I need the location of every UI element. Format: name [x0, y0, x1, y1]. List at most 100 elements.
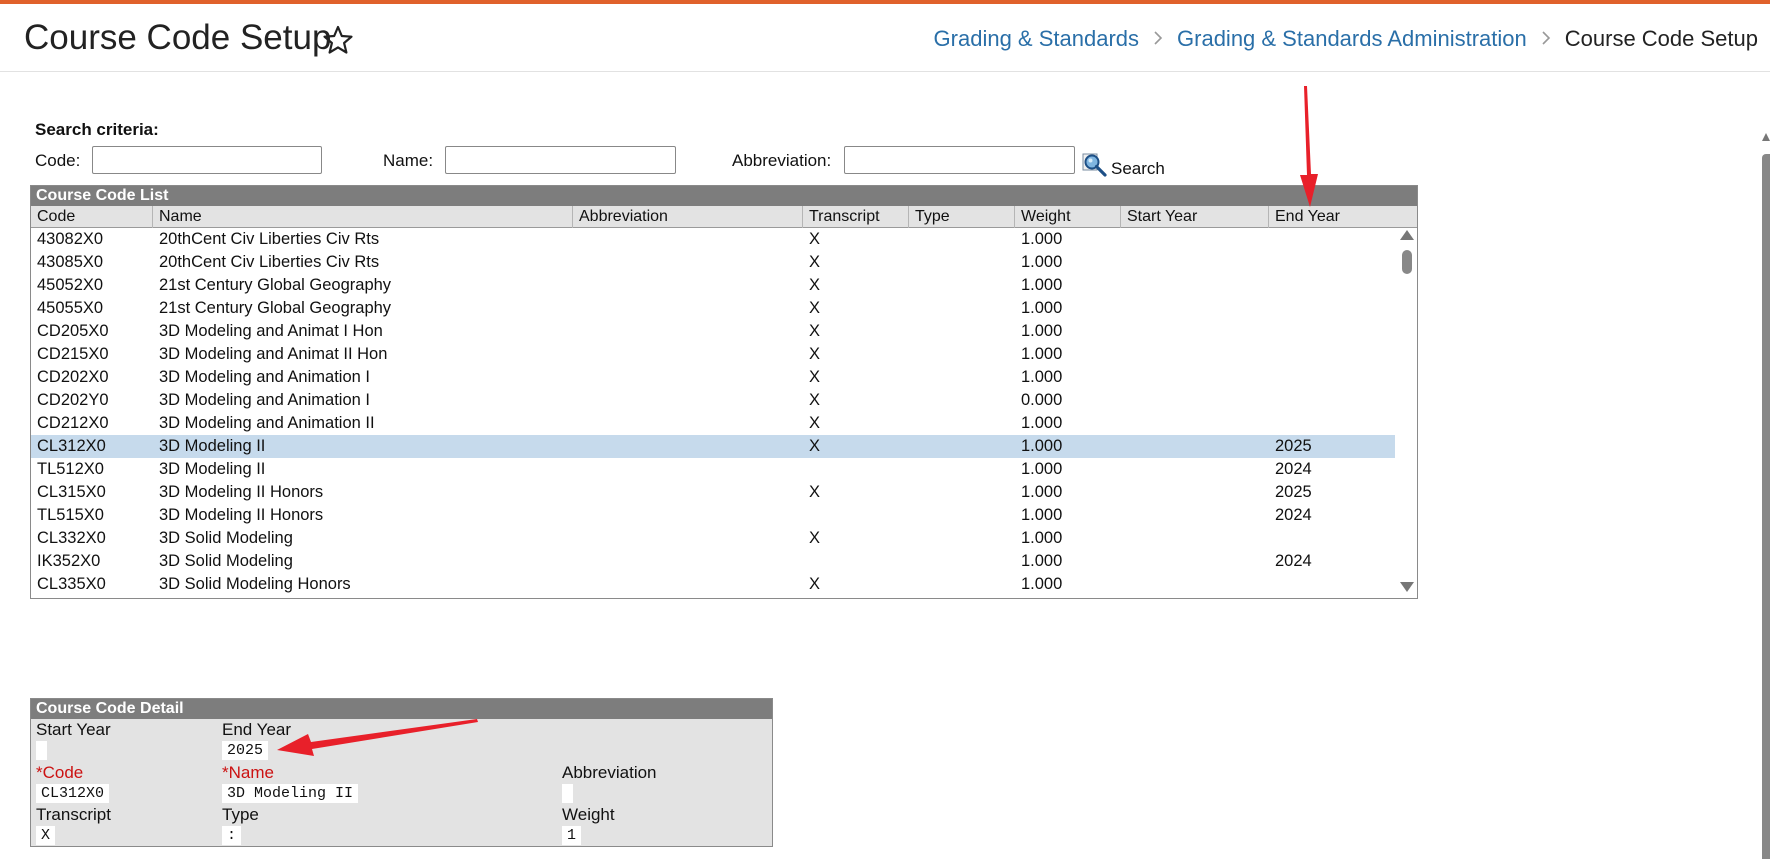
- table-row[interactable]: 43085X0 20thCent Civ Liberties Civ Rts X 1.…: [31, 251, 1395, 274]
- cell-end-year: [1269, 251, 1395, 274]
- table-row[interactable]: TL512X0 3D Modeling II 1.000 2024: [31, 458, 1395, 481]
- triangle-down-icon[interactable]: [1399, 580, 1415, 594]
- column-header-code[interactable]: Code: [31, 206, 153, 228]
- cell-transcript: [803, 550, 909, 573]
- column-header-name[interactable]: Name: [153, 206, 573, 228]
- cell-name: 3D Solid Modeling: [159, 552, 293, 570]
- cell-name: 3D Modeling and Animat II Hon: [159, 345, 388, 363]
- page-header: Course Code Setup Grading & Standards Gr…: [0, 4, 1770, 72]
- search-magnifier-icon: [1082, 153, 1107, 177]
- cell-start-year: [1121, 527, 1269, 550]
- cell-type: [909, 458, 1015, 481]
- cell-transcript: [803, 504, 909, 527]
- cell-type: [909, 274, 1015, 297]
- cell-end-year: [1269, 573, 1395, 596]
- column-header-transcript[interactable]: Transcript: [803, 206, 909, 228]
- column-header-abbreviation[interactable]: Abbreviation: [573, 206, 803, 228]
- cell-code: CL335X0: [37, 575, 106, 593]
- cell-type: [909, 550, 1015, 573]
- column-header-end-year[interactable]: End Year: [1269, 206, 1417, 228]
- search-criteria-heading: Search criteria:: [35, 120, 159, 139]
- search-button[interactable]: Search: [1080, 151, 1165, 179]
- abbreviation-search-input[interactable]: [844, 146, 1075, 174]
- cell-transcript: X: [809, 529, 821, 547]
- start-year-value[interactable]: [36, 741, 47, 760]
- cell-start-year: [1121, 297, 1269, 320]
- code-search-input[interactable]: [92, 146, 322, 174]
- column-header-start-year[interactable]: Start Year: [1121, 206, 1269, 228]
- cell-start-year: [1121, 343, 1269, 366]
- table-row[interactable]: IK352X0 3D Solid Modeling 1.000 2024: [31, 550, 1395, 573]
- column-header-row: Code Name Abbreviation Transcript Type W…: [31, 206, 1417, 228]
- table-row[interactable]: CD202Y0 3D Modeling and Animation I X 0.000: [31, 389, 1395, 412]
- breadcrumb-grading-standards[interactable]: Grading & Standards: [934, 26, 1139, 52]
- cell-name: 3D Modeling and Animation I: [159, 368, 370, 386]
- cell-code: TL512X0: [37, 460, 104, 478]
- list-scrollbar[interactable]: [1395, 228, 1417, 598]
- cell-name: 3D Modeling and Animation I: [159, 391, 370, 409]
- cell-type: [909, 481, 1015, 504]
- cell-abbreviation: [573, 481, 803, 504]
- cell-abbreviation: [573, 458, 803, 481]
- cell-end-year: [1269, 343, 1395, 366]
- code-required-label: *Code: [36, 763, 84, 782]
- weight-value[interactable]: 1: [562, 826, 582, 845]
- cell-abbreviation: [573, 343, 803, 366]
- abbreviation-value[interactable]: [562, 784, 573, 803]
- breadcrumb-grading-standards-admin[interactable]: Grading & Standards Administration: [1177, 26, 1527, 52]
- cell-code: IK352X0: [37, 552, 101, 570]
- table-row[interactable]: CD202X0 3D Modeling and Animation I X 1.000: [31, 366, 1395, 389]
- name-value[interactable]: 3D Modeling II: [222, 784, 359, 803]
- cell-start-year: [1121, 389, 1269, 412]
- column-header-type[interactable]: Type: [909, 206, 1015, 228]
- cell-transcript: X: [809, 391, 821, 409]
- cell-type: [909, 366, 1015, 389]
- table-row[interactable]: 45052X0 21st Century Global Geography X 1.0…: [31, 274, 1395, 297]
- type-value[interactable]: :: [222, 826, 242, 845]
- column-header-weight[interactable]: Weight: [1015, 206, 1121, 228]
- transcript-value[interactable]: X: [36, 826, 56, 845]
- table-row[interactable]: CD215X0 3D Modeling and Animat II Hon X 1.0…: [31, 343, 1395, 366]
- cell-weight: 1.000: [1021, 368, 1063, 386]
- star-icon[interactable]: [322, 24, 354, 56]
- code-value[interactable]: CL312X0: [36, 784, 110, 803]
- table-row[interactable]: CD212X0 3D Modeling and Animation II X 1.00…: [31, 412, 1395, 435]
- end-year-value[interactable]: 2025: [222, 741, 269, 760]
- cell-name: 3D Modeling II: [159, 437, 266, 455]
- cell-code: CL312X0: [37, 437, 106, 455]
- table-row[interactable]: TL515X0 3D Modeling II Honors 1.000 2024: [31, 504, 1395, 527]
- scroll-thumb[interactable]: [1402, 250, 1412, 274]
- breadcrumb: Grading & Standards Grading & Standards …: [934, 26, 1758, 52]
- table-row[interactable]: CL332X0 3D Solid Modeling X 1.000: [31, 527, 1395, 550]
- name-required-label: *Name: [222, 763, 274, 782]
- cell-start-year: [1121, 504, 1269, 527]
- cell-end-year: [1269, 228, 1395, 251]
- course-code-detail-panel: Course Code Detail Start Year End Year 2…: [30, 698, 773, 847]
- triangle-up-icon[interactable]: [1399, 228, 1415, 242]
- page-scrollbar[interactable]: [1762, 154, 1770, 859]
- cell-type: [909, 297, 1015, 320]
- table-row[interactable]: CD205X0 3D Modeling and Animat I Hon X 1.00…: [31, 320, 1395, 343]
- cell-code: CL315X0: [37, 483, 106, 501]
- course-code-list-title: Course Code List: [31, 186, 1417, 206]
- table-row[interactable]: CL335X0 3D Solid Modeling Honors X 1.000: [31, 573, 1395, 596]
- cell-type: [909, 251, 1015, 274]
- end-year-label: End Year: [222, 720, 292, 739]
- cell-weight: 1.000: [1021, 414, 1063, 432]
- cell-weight: 1.000: [1021, 345, 1063, 363]
- cell-weight: 1.000: [1021, 253, 1063, 271]
- table-row[interactable]: 45055X0 21st Century Global Geography X 1.0…: [31, 297, 1395, 320]
- triangle-up-icon[interactable]: [1757, 132, 1770, 142]
- table-row[interactable]: CL312X0 3D Modeling II X 1.000 2025: [31, 435, 1395, 458]
- cell-name: 3D Modeling II Honors: [159, 506, 324, 524]
- table-row[interactable]: CL315X0 3D Modeling II Honors X 1.000 2025: [31, 481, 1395, 504]
- cell-type: [909, 527, 1015, 550]
- name-label: Name:: [383, 151, 434, 170]
- cell-transcript: X: [809, 253, 821, 271]
- cell-abbreviation: [573, 228, 803, 251]
- name-search-input[interactable]: [445, 146, 676, 174]
- cell-weight: 1.000: [1021, 460, 1063, 478]
- table-row[interactable]: 43082X0 20thCent Civ Liberties Civ Rts X 1.…: [31, 228, 1395, 251]
- cell-weight: 1.000: [1021, 506, 1063, 524]
- cell-weight: 1.000: [1021, 575, 1063, 593]
